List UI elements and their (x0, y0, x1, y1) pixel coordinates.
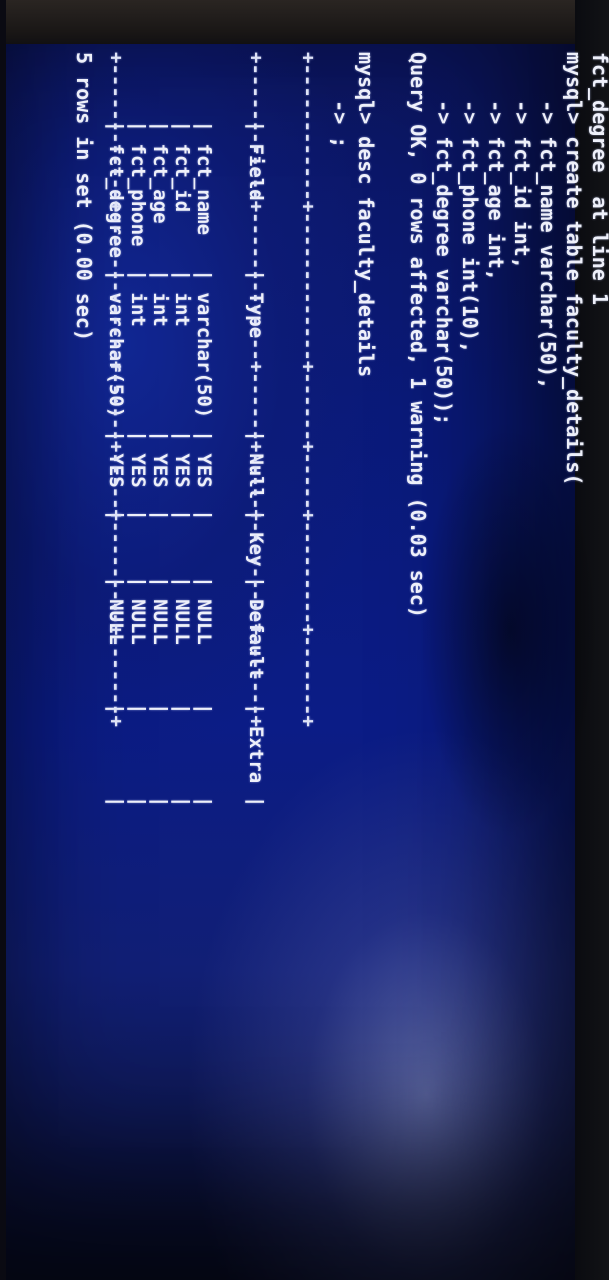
table-pipe: | (105, 795, 127, 808)
terminal-line-desc-command: mysql> desc faculty_details (354, 52, 378, 378)
terminal-line-continuation: -> fct_phone int(10), (458, 52, 482, 354)
terminal-line-create-command: mysql> create table faculty_details( (562, 52, 586, 486)
table-border: +------------+-------------+------+-----… (105, 52, 127, 727)
terminal-line-continuation: -> fct_id int, (510, 52, 534, 269)
terminal-line-rows-footer: 5 rows in set (0.00 sec) (72, 52, 96, 341)
mysql-terminal-window[interactable]: fct_degree at line 1 mysql> create table… (0, 52, 609, 1232)
terminal-line-continuation: -> fct_degree varchar(50)); (432, 52, 456, 426)
terminal-line-query-result: Query OK, 0 rows affected, 1 warning (0.… (406, 52, 430, 618)
terminal-line-continuation: -> fct_name varchar(50), (536, 52, 560, 390)
table-pipe: | (245, 795, 267, 808)
terminal-line-continuation: -> ; (328, 52, 352, 149)
table-header-cell: Extra (245, 725, 267, 784)
terminal-line-continuation: -> fct_age int, (484, 52, 508, 281)
terminal-line-error-tail: fct_degree at line 1 (588, 52, 609, 305)
table-border: +------------+-------------+------+-----… (297, 52, 319, 727)
table-border: +------------+-------------+------+-----… (245, 52, 267, 727)
